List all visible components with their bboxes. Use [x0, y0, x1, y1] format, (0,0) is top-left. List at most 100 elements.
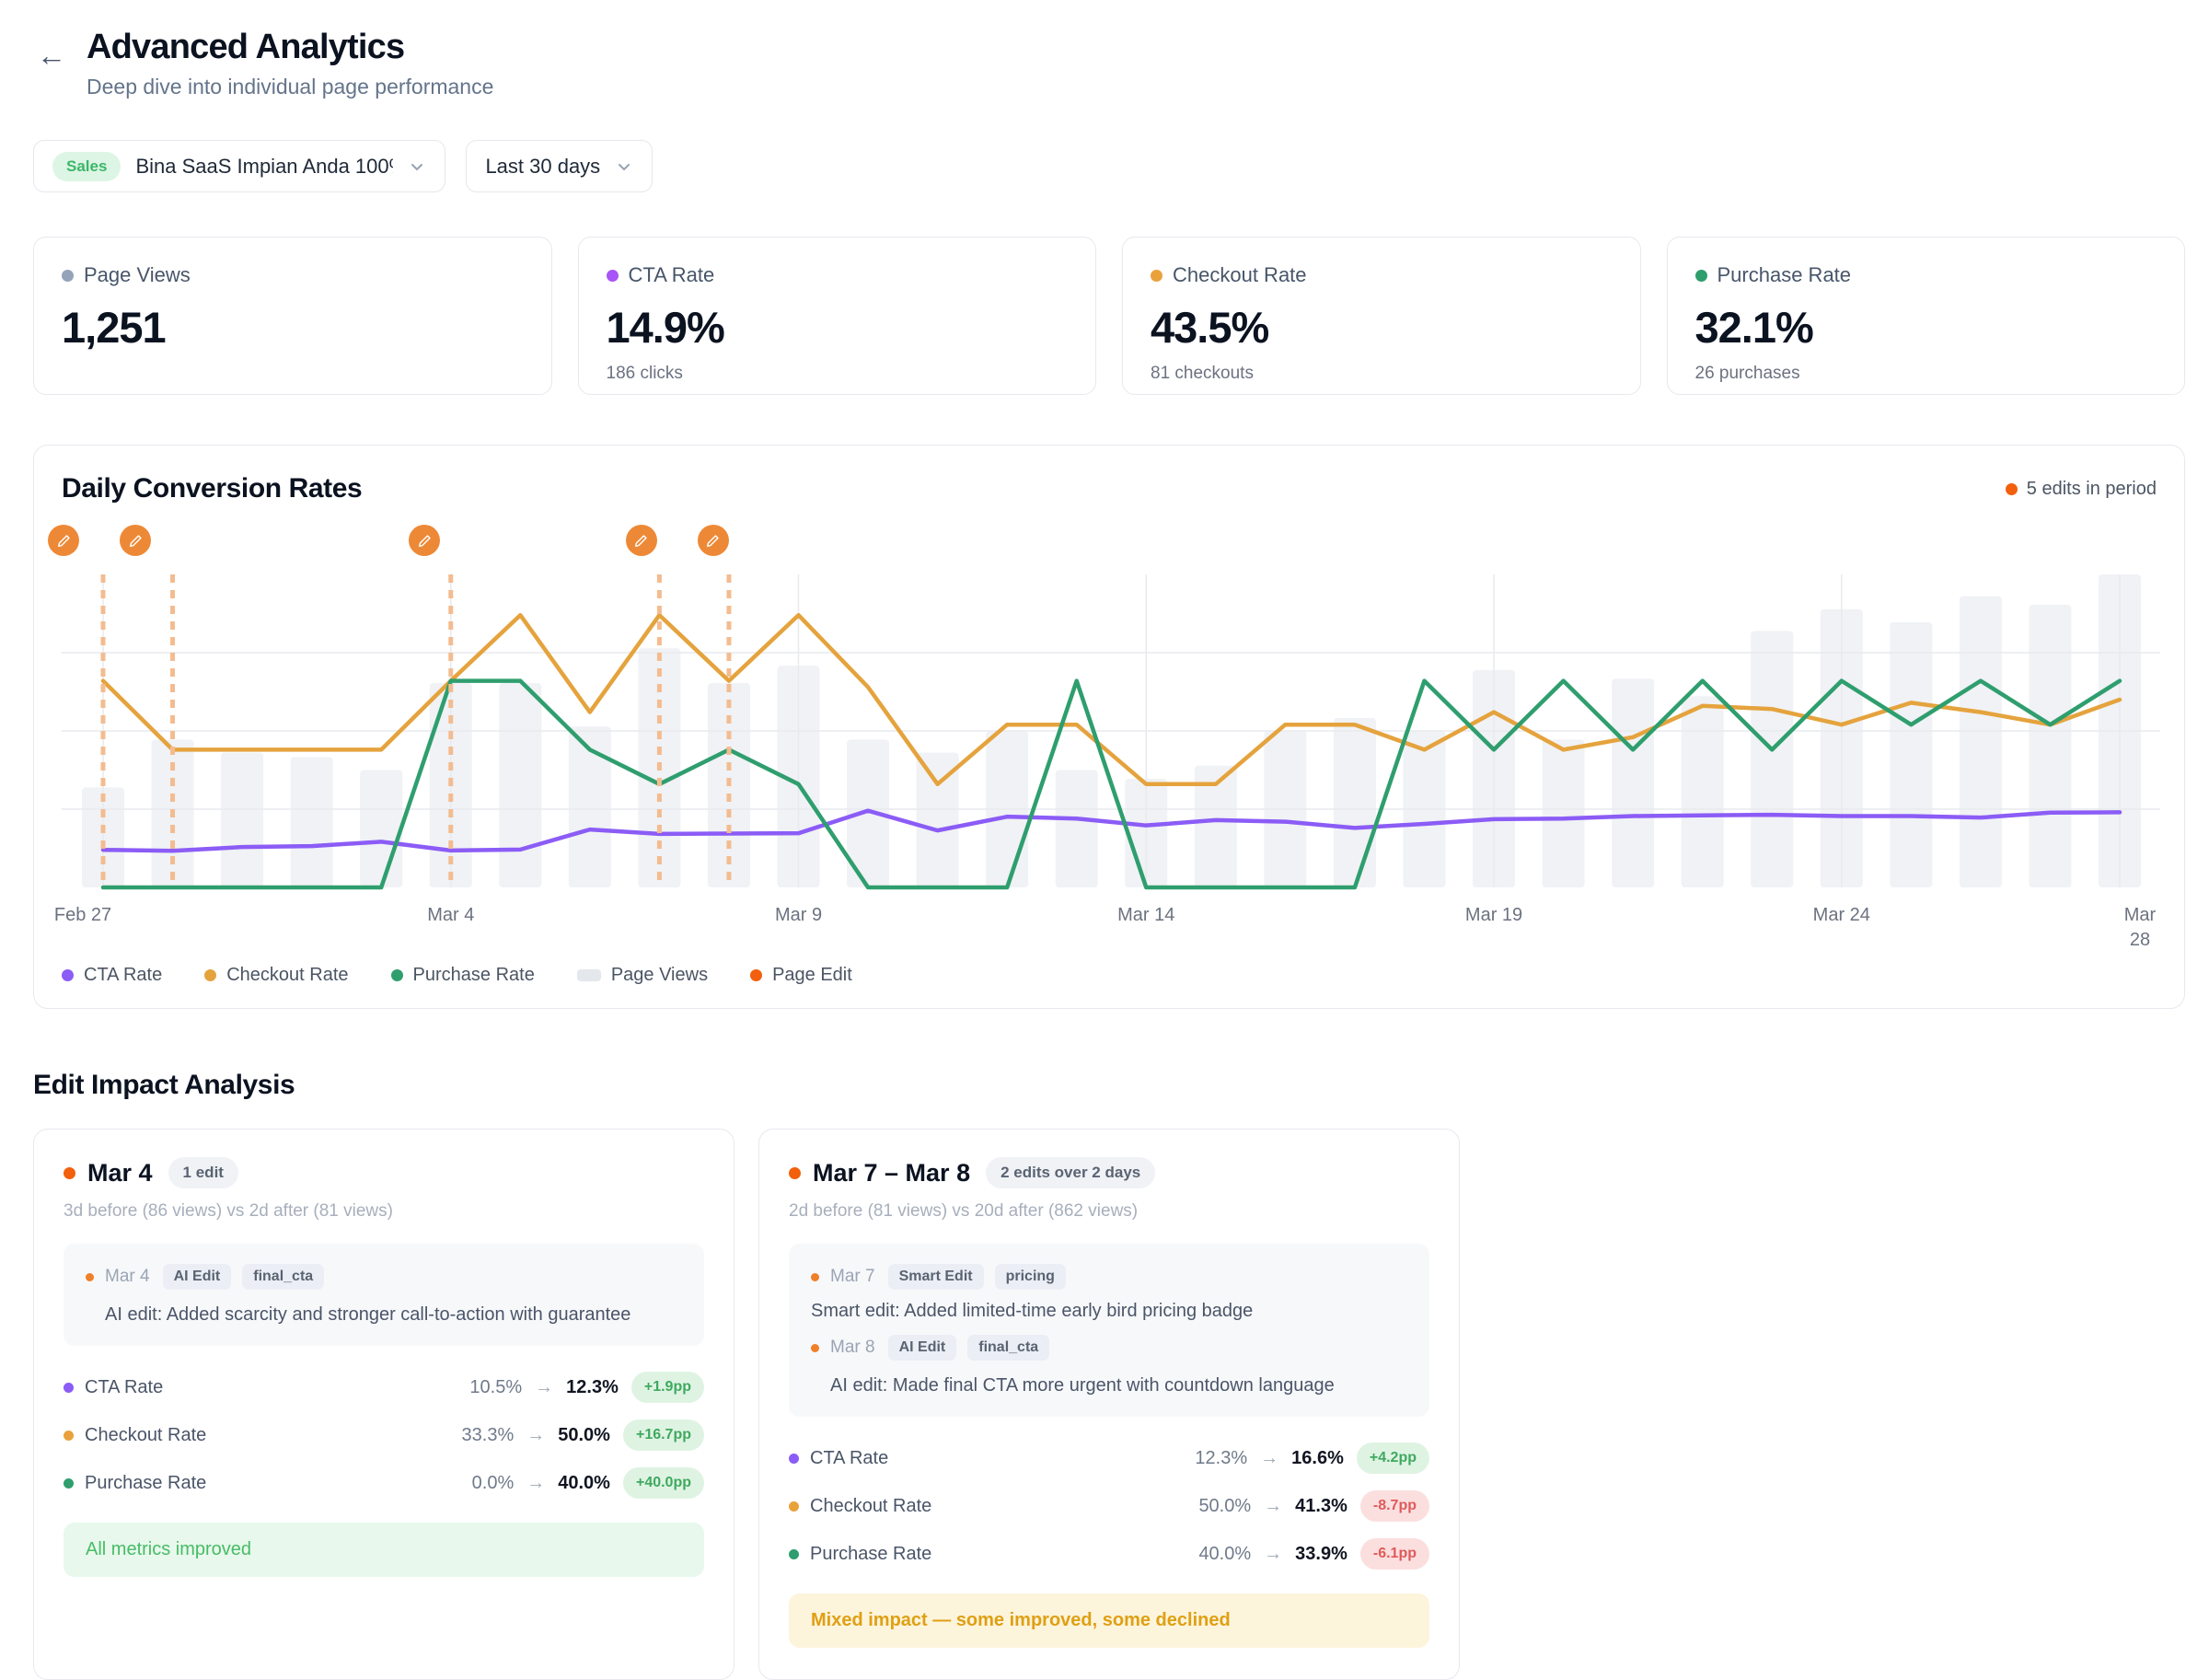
edit-count-badge: 1 edit	[168, 1157, 238, 1188]
page-select-dropdown[interactable]: Sales Bina SaaS Impian Anda 100% Di	[33, 140, 445, 192]
metric-value: 14.9%	[607, 302, 1069, 353]
value-after: 16.6%	[1291, 1448, 1344, 1469]
page-edit-marker[interactable]	[120, 525, 151, 556]
value-before: 40.0%	[1198, 1544, 1251, 1565]
value-before: 12.3%	[1195, 1448, 1247, 1469]
date-range-dropdown[interactable]: Last 30 days	[466, 140, 653, 192]
svg-text:Mar 24: Mar 24	[1813, 905, 1870, 925]
verdict-banner: Mixed impact — some improved, some decli…	[789, 1593, 1429, 1648]
impact-cards: Mar 4 1 edit 3d before (86 views) vs 2d …	[33, 1129, 2185, 1680]
page-subtitle: Deep dive into individual page performan…	[87, 75, 493, 99]
chevron-down-icon	[408, 157, 426, 176]
arrow-right-icon: →	[526, 1425, 545, 1446]
metric-note	[62, 364, 524, 384]
metric-value: 1,251	[62, 302, 524, 353]
delta-badge: -8.7pp	[1360, 1490, 1429, 1522]
metric-value: 32.1%	[1695, 302, 2157, 353]
edit-date: Mar 7	[830, 1267, 875, 1287]
edit-details-box: Mar 4 AI Edit final_cta AI edit: Added s…	[64, 1244, 704, 1346]
delta-badge: +4.2pp	[1357, 1442, 1429, 1474]
arrow-right-icon: →	[1264, 1544, 1282, 1565]
metric-row-checkout: Checkout Rate 50.0% → 41.3% -8.7pp	[789, 1490, 1429, 1522]
back-arrow-icon: ←	[37, 39, 66, 72]
page-type-badge: Sales	[52, 152, 121, 181]
metric-row-cta: CTA Rate 10.5% → 12.3% +1.9pp	[64, 1372, 704, 1403]
metric-row-purchase: Purchase Rate 0.0% → 40.0% +40.0pp	[64, 1467, 704, 1499]
edit-type-tag: AI Edit	[888, 1335, 957, 1361]
svg-text:Mar28: Mar28	[2124, 905, 2157, 950]
metric-card-cta-rate: CTA Rate 14.9% 186 clicks	[578, 237, 1097, 395]
edit-type-tag: Smart Edit	[888, 1264, 984, 1290]
delta-badge: +40.0pp	[623, 1467, 704, 1499]
metric-row-checkout: Checkout Rate 33.3% → 50.0% +16.7pp	[64, 1419, 704, 1451]
svg-text:Mar 14: Mar 14	[1117, 905, 1174, 925]
metric-label: Checkout Rate	[85, 1425, 206, 1446]
svg-text:Mar 9: Mar 9	[775, 905, 822, 925]
edit-section-tag: pricing	[995, 1264, 1066, 1290]
page-edit-marker[interactable]	[698, 525, 729, 556]
metric-label: Checkout Rate	[810, 1496, 931, 1517]
comparison-note: 2d before (81 views) vs 20d after (862 v…	[789, 1201, 1429, 1222]
date-range-value: Last 30 days	[485, 155, 600, 179]
value-after: 12.3%	[566, 1377, 619, 1398]
metric-label: Checkout Rate	[1173, 263, 1307, 287]
impact-metrics: CTA Rate 12.3% → 16.6% +4.2pp Checkout R…	[789, 1442, 1429, 1570]
value-after: 40.0%	[558, 1473, 610, 1494]
edit-markers-row	[62, 514, 2157, 574]
legend-dot-icon	[204, 969, 216, 981]
chevron-down-icon	[615, 157, 633, 176]
edit-description: AI edit: Made final CTA more urgent with…	[811, 1375, 1407, 1396]
legend-label: Checkout Rate	[226, 965, 348, 986]
metric-dot	[789, 1549, 799, 1559]
metric-label: Purchase Rate	[810, 1544, 931, 1565]
pencil-icon	[633, 533, 649, 549]
svg-text:Feb 27: Feb 27	[54, 905, 111, 925]
impact-card-mar-4: Mar 4 1 edit 3d before (86 views) vs 2d …	[33, 1129, 734, 1680]
edit-type-tag: AI Edit	[163, 1264, 232, 1290]
delta-badge: -6.1pp	[1360, 1538, 1429, 1570]
pencil-icon	[56, 533, 72, 549]
edit-dot-icon	[64, 1167, 75, 1179]
edit-description: Smart edit: Added limited-time early bir…	[811, 1301, 1253, 1322]
page-title: Advanced Analytics	[87, 28, 493, 67]
metric-note: 186 clicks	[607, 364, 1069, 384]
value-before: 10.5%	[469, 1377, 522, 1398]
legend-item-page-edit: Page Edit	[750, 965, 852, 986]
legend-label: CTA Rate	[84, 965, 162, 986]
pencil-icon	[128, 533, 144, 549]
metric-row-purchase: Purchase Rate 40.0% → 33.9% -6.1pp	[789, 1538, 1429, 1570]
impact-metrics: CTA Rate 10.5% → 12.3% +1.9pp Checkout R…	[64, 1372, 704, 1499]
page-edit-marker[interactable]	[626, 525, 657, 556]
back-button[interactable]: ←	[33, 33, 70, 77]
metric-label: Purchase Rate	[85, 1473, 206, 1494]
metric-row-cta: CTA Rate 12.3% → 16.6% +4.2pp	[789, 1442, 1429, 1474]
value-after: 50.0%	[558, 1425, 610, 1446]
arrow-right-icon: →	[535, 1377, 553, 1398]
metric-value: 43.5%	[1151, 302, 1613, 353]
arrow-right-icon: →	[1264, 1496, 1282, 1517]
metric-label: CTA Rate	[85, 1377, 163, 1398]
metric-dot	[1695, 270, 1707, 282]
metric-label: CTA Rate	[810, 1448, 888, 1469]
legend-dot-icon	[391, 969, 403, 981]
page-edit-marker[interactable]	[48, 525, 79, 556]
metric-card-checkout-rate: Checkout Rate 43.5% 81 checkouts	[1122, 237, 1641, 395]
legend-dot-icon	[62, 969, 74, 981]
svg-text:Mar 4: Mar 4	[427, 905, 474, 925]
metric-dot	[64, 1383, 74, 1393]
metric-dot	[64, 1431, 74, 1441]
daily-conversion-chart[interactable]: Feb 27Mar 4Mar 9Mar 14Mar 19Mar 24Mar28	[62, 574, 2160, 954]
edit-description: AI edit: Added scarcity and stronger cal…	[86, 1304, 682, 1326]
metric-dot	[1151, 270, 1162, 282]
summary-cards: Page Views 1,251 CTA Rate 14.9% 186 clic…	[33, 237, 2185, 395]
legend-item-checkout-rate: Checkout Rate	[204, 965, 348, 986]
metric-dot	[789, 1501, 799, 1512]
edit-count-badge: 2 edits over 2 days	[986, 1157, 1155, 1188]
metric-dot	[64, 1478, 74, 1489]
delta-badge: +16.7pp	[623, 1419, 704, 1451]
edit-date: Mar 8	[830, 1338, 875, 1358]
metric-label: Purchase Rate	[1717, 263, 1852, 287]
page-edit-marker[interactable]	[409, 525, 440, 556]
advanced-analytics-page: ← Advanced Analytics Deep dive into indi…	[0, 0, 2209, 1680]
impact-card-date: Mar 7 – Mar 8	[813, 1159, 970, 1188]
